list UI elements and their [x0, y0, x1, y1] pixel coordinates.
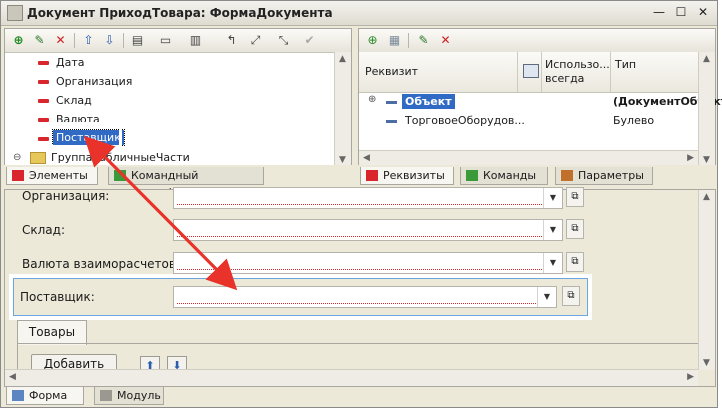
- arrow-to-field: [86, 138, 238, 291]
- annotation-arrow: [83, 135, 238, 291]
